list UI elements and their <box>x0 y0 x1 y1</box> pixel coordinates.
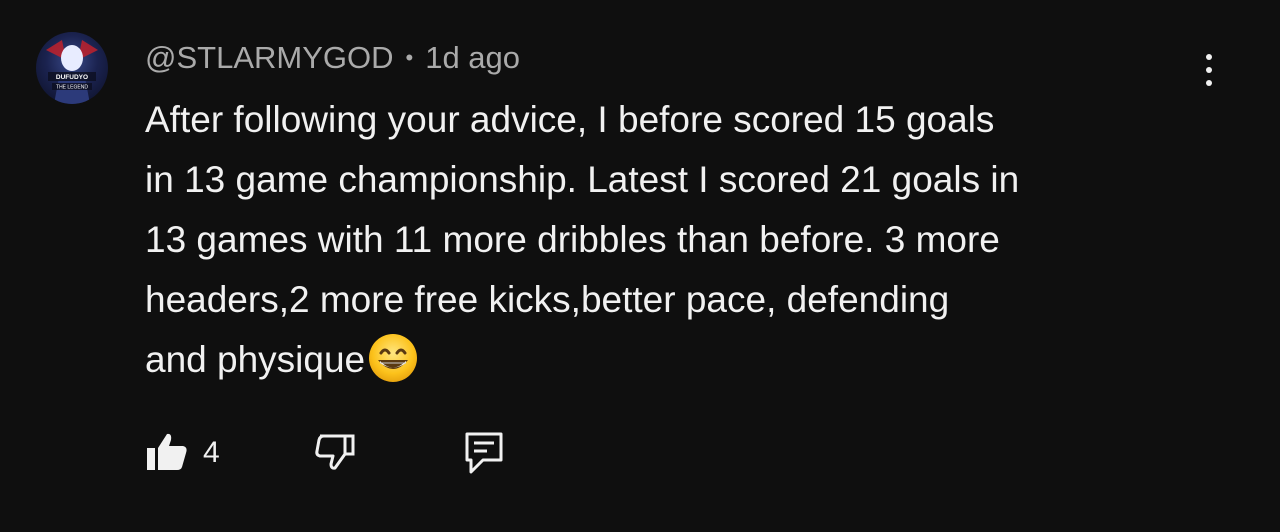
dislike-button[interactable] <box>313 430 357 479</box>
like-count: 4 <box>203 436 220 469</box>
avatar-text-line1: DUFUDYO <box>56 74 88 81</box>
header-separator: • <box>405 45 414 70</box>
comment-time[interactable]: 1d ago <box>425 40 520 76</box>
grinning-face-emoji-icon <box>369 334 418 383</box>
comment-text-line: headers,2 more free kicks,better pace, d… <box>145 279 950 320</box>
like-button[interactable] <box>145 430 189 479</box>
author-name[interactable]: @STLARMYGOD <box>145 40 394 76</box>
comment-text-line: and physique <box>145 339 366 380</box>
more-vertical-icon-dot <box>1206 67 1212 73</box>
comment-text-line: After following your advice, I before sc… <box>145 99 995 140</box>
thumbs-up-icon <box>147 433 187 470</box>
reply-comment-icon <box>465 432 503 474</box>
more-vertical-icon <box>1206 54 1212 60</box>
more-actions-button[interactable] <box>1192 50 1226 90</box>
avatar-image: DUFUDYO THE LEGEND <box>46 40 98 104</box>
comment-text-line: 13 games with 11 more dribbles than befo… <box>145 219 1000 260</box>
avatar[interactable]: DUFUDYO THE LEGEND <box>36 32 108 104</box>
comment-text: After following your advice, I before sc… <box>145 90 1225 390</box>
reply-button[interactable] <box>463 430 507 481</box>
thumbs-down-icon <box>315 434 355 470</box>
more-vertical-icon-dot <box>1206 80 1212 86</box>
comment-header: @STLARMYGOD • 1d ago <box>145 38 520 78</box>
comment-text-last-line: and physique <box>145 330 1225 390</box>
comment-thread-item: DUFUDYO THE LEGEND @STLARMYGOD • 1d ago … <box>0 0 1280 532</box>
avatar-text-line2: THE LEGEND <box>56 85 88 91</box>
comment-text-line: in 13 game championship. Latest I scored… <box>145 159 1020 200</box>
